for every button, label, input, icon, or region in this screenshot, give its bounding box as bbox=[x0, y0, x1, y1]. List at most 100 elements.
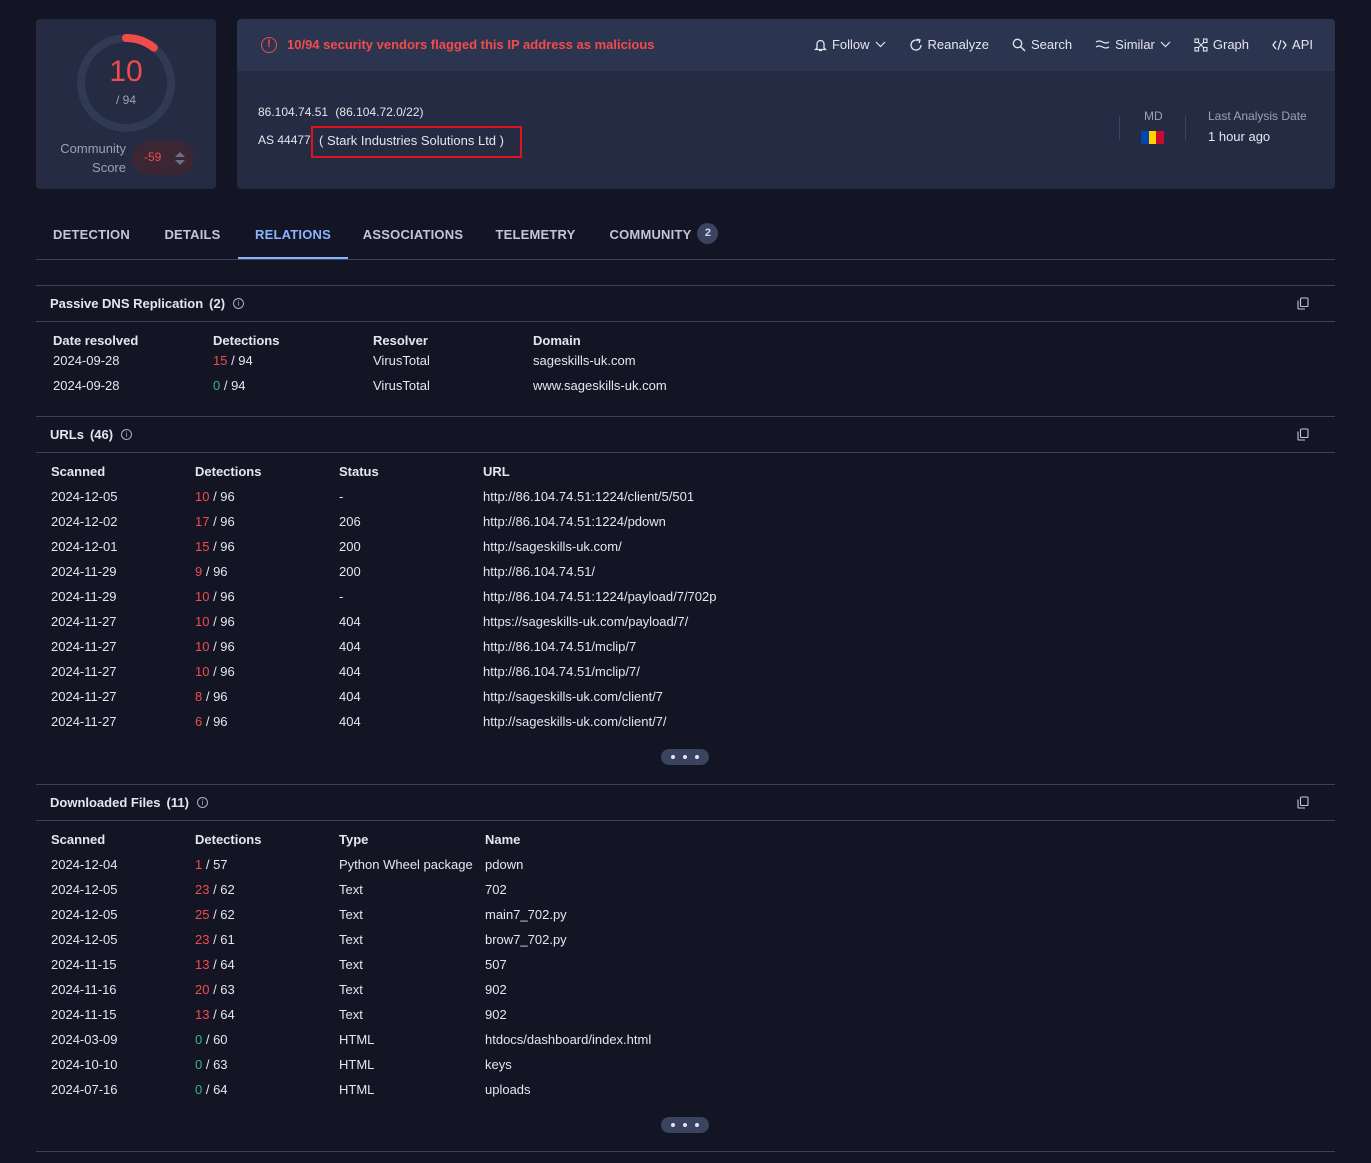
column-header[interactable]: URL bbox=[483, 464, 510, 479]
load-more-files-button[interactable] bbox=[661, 1117, 709, 1133]
detection-ratio: 9 / 96 bbox=[195, 564, 228, 579]
detection-total: / 96 bbox=[209, 514, 235, 529]
graph-button[interactable]: Graph bbox=[1194, 37, 1249, 52]
detection-ratio: 13 / 64 bbox=[195, 1007, 235, 1022]
ip-address-line: 86.104.74.51 (86.104.72.0/22) bbox=[258, 105, 424, 119]
column-header[interactable]: Resolver bbox=[373, 333, 428, 348]
url-url[interactable]: http://86.104.74.51/ bbox=[483, 564, 595, 579]
vote-down-icon[interactable] bbox=[175, 160, 185, 165]
column-header[interactable]: Date resolved bbox=[53, 333, 138, 348]
info-icon[interactable]: i bbox=[121, 429, 133, 441]
url-url[interactable]: http://86.104.74.51:1224/client/5/501 bbox=[483, 489, 694, 504]
column-header[interactable]: Name bbox=[485, 832, 520, 847]
column-header[interactable]: Scanned bbox=[51, 832, 105, 847]
as-owner[interactable]: ( Stark Industries Solutions Ltd ) bbox=[311, 126, 522, 158]
file-type: Python Wheel package bbox=[339, 857, 473, 872]
community-count-badge: 2 bbox=[697, 223, 719, 245]
copy-icon[interactable] bbox=[1297, 428, 1309, 441]
chevron-down-icon bbox=[875, 41, 885, 48]
url-status: 404 bbox=[339, 714, 361, 729]
url-url[interactable]: http://86.104.74.51/mclip/7/ bbox=[483, 664, 640, 679]
detection-ratio: 15 / 94 bbox=[213, 353, 253, 368]
detection-ratio: 10 / 96 bbox=[195, 614, 235, 629]
as-number: AS 44477 bbox=[258, 133, 311, 147]
detection-total: / 96 bbox=[209, 589, 235, 604]
column-header[interactable]: Status bbox=[339, 464, 379, 479]
tab-relations[interactable]: RELATIONS bbox=[238, 212, 348, 259]
api-button[interactable]: API bbox=[1272, 37, 1313, 52]
tab-telemetry[interactable]: TELEMETRY bbox=[479, 212, 592, 259]
dns-domain[interactable]: sageskills-uk.com bbox=[533, 353, 636, 368]
tab-detection[interactable]: DETECTION bbox=[36, 212, 147, 259]
file-date: 2024-11-15 bbox=[51, 1007, 117, 1022]
column-header[interactable]: Detections bbox=[195, 464, 261, 479]
url-url[interactable]: https://sageskills-uk.com/payload/7/ bbox=[483, 614, 688, 629]
file-name[interactable]: brow7_702.py bbox=[485, 932, 567, 947]
copy-icon[interactable] bbox=[1297, 297, 1309, 310]
file-name[interactable]: 507 bbox=[485, 957, 507, 972]
url-date: 2024-11-27 bbox=[51, 639, 117, 654]
search-icon bbox=[1012, 38, 1026, 51]
column-header[interactable]: Domain bbox=[533, 333, 581, 348]
column-header[interactable]: Detections bbox=[213, 333, 279, 348]
load-more-urls-button[interactable] bbox=[661, 749, 709, 765]
file-name[interactable]: uploads bbox=[485, 1082, 531, 1097]
downloaded-files-section: Downloaded Files (11) i Scanned Detections T… bbox=[36, 784, 1335, 1152]
detection-total: / 96 bbox=[209, 664, 235, 679]
similar-button[interactable]: Similar bbox=[1095, 37, 1171, 52]
vote-up-icon[interactable] bbox=[175, 152, 185, 157]
info-icon[interactable]: i bbox=[196, 797, 208, 809]
detection-score-card: 10 / 94 Community Score -59 bbox=[36, 19, 216, 189]
url-date: 2024-12-02 bbox=[51, 514, 118, 529]
file-name[interactable]: keys bbox=[485, 1057, 512, 1072]
file-type: Text bbox=[339, 907, 363, 922]
follow-button[interactable]: Follow bbox=[813, 37, 886, 52]
file-name[interactable]: 902 bbox=[485, 1007, 507, 1022]
url-url[interactable]: http://sageskills-uk.com/client/7 bbox=[483, 689, 663, 704]
tab-community[interactable]: COMMUNITY 2 bbox=[599, 212, 729, 259]
file-name[interactable]: htdocs/dashboard/index.html bbox=[485, 1032, 651, 1047]
detection-count: 15 bbox=[213, 353, 228, 368]
search-button[interactable]: Search bbox=[1012, 37, 1072, 52]
dns-domain[interactable]: www.sageskills-uk.com bbox=[533, 378, 667, 393]
file-name[interactable]: 702 bbox=[485, 882, 507, 897]
column-header[interactable]: Scanned bbox=[51, 464, 105, 479]
detection-ratio: 20 / 63 bbox=[195, 982, 235, 997]
detection-total: / 62 bbox=[209, 907, 235, 922]
detection-ratio: 10 / 96 bbox=[195, 639, 235, 654]
url-url[interactable]: http://sageskills-uk.com/ bbox=[483, 539, 622, 554]
url-url[interactable]: http://86.104.74.51:1224/payload/7/702p bbox=[483, 589, 716, 604]
community-score-vote[interactable]: -59 bbox=[132, 141, 194, 175]
url-date: 2024-11-27 bbox=[51, 714, 117, 729]
tab-associations[interactable]: ASSOCIATIONS bbox=[349, 212, 477, 259]
url-url[interactable]: http://86.104.74.51/mclip/7 bbox=[483, 639, 636, 654]
tab-details[interactable]: DETAILS bbox=[148, 212, 237, 259]
ip-range[interactable]: (86.104.72.0/22) bbox=[335, 105, 423, 119]
reanalyze-button[interactable]: Reanalyze bbox=[909, 37, 989, 52]
tab-bar: DETECTION DETAILS RELATIONS ASSOCIATIONS… bbox=[36, 212, 1335, 260]
file-date: 2024-12-05 bbox=[51, 882, 118, 897]
file-name[interactable]: main7_702.py bbox=[485, 907, 567, 922]
url-url[interactable]: http://sageskills-uk.com/client/7/ bbox=[483, 714, 667, 729]
column-header[interactable]: Detections bbox=[195, 832, 261, 847]
info-icon[interactable]: i bbox=[233, 298, 245, 310]
url-date: 2024-11-29 bbox=[51, 589, 117, 604]
detection-score-value: 10 bbox=[109, 55, 143, 88]
detection-count: 10 bbox=[195, 664, 210, 679]
graph-icon bbox=[1194, 37, 1208, 52]
file-name[interactable]: pdown bbox=[485, 857, 523, 872]
dns-resolver: VirusTotal bbox=[373, 378, 430, 393]
file-date: 2024-03-09 bbox=[51, 1032, 118, 1047]
file-date: 2024-12-04 bbox=[51, 857, 118, 872]
copy-icon[interactable] bbox=[1297, 796, 1309, 809]
detection-count: 10 bbox=[195, 589, 210, 604]
urls-section: URLs (46) i Scanned Detections Status URL 2024… bbox=[36, 416, 1335, 784]
detection-total: / 61 bbox=[209, 932, 235, 947]
url-url[interactable]: http://86.104.74.51:1224/pdown bbox=[483, 514, 666, 529]
divider bbox=[1185, 116, 1186, 140]
column-header[interactable]: Type bbox=[339, 832, 368, 847]
detection-count: 10 bbox=[195, 639, 210, 654]
dns-resolver: VirusTotal bbox=[373, 353, 430, 368]
detection-total: / 60 bbox=[202, 1032, 228, 1047]
file-name[interactable]: 902 bbox=[485, 982, 507, 997]
